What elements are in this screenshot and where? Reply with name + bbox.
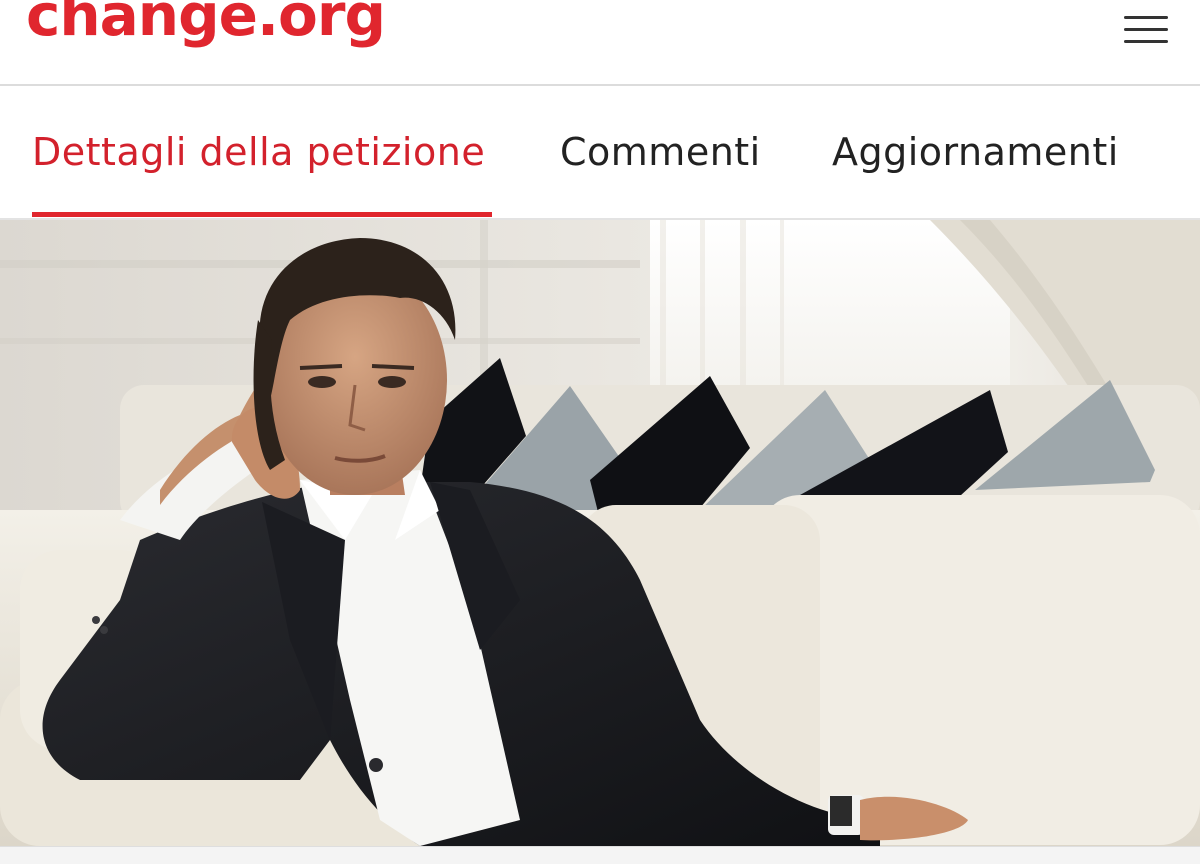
top-bar: change.org (0, 0, 1200, 86)
change-org-logo[interactable]: change.org (26, 0, 386, 44)
menu-line (1124, 28, 1168, 31)
petition-tabs: Dettagli della petizione Commenti Aggior… (0, 86, 1200, 220)
menu-line (1124, 40, 1168, 43)
active-tab-indicator (32, 212, 492, 217)
page: change.org Dettagli della petizione Comm… (0, 0, 1200, 864)
tab-comments[interactable]: Commenti (560, 130, 761, 174)
tab-petition-details[interactable]: Dettagli della petizione (32, 130, 485, 174)
hamburger-menu-icon[interactable] (1112, 10, 1178, 50)
tab-updates[interactable]: Aggiornamenti (832, 130, 1119, 174)
petition-hero-image (0, 220, 1200, 846)
hero-bottom-edge (0, 846, 1200, 864)
menu-line (1124, 16, 1168, 19)
hero-photo (0, 220, 1200, 846)
